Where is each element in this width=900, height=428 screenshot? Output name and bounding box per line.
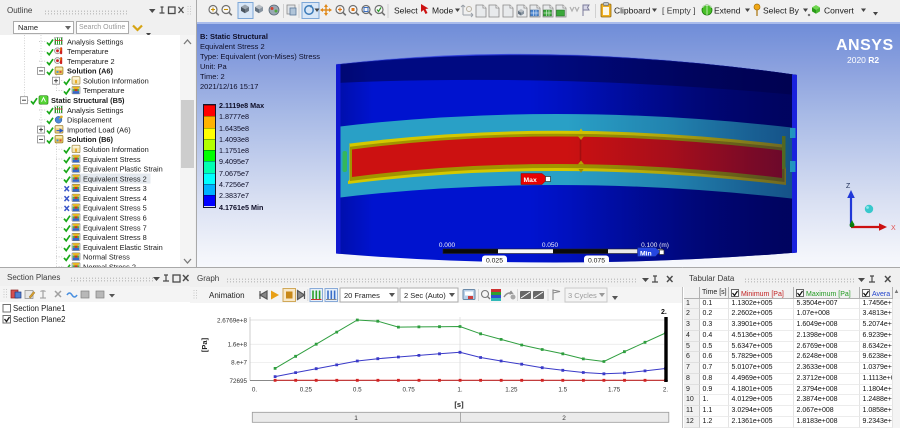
svg-text:Analysis Settings: Analysis Settings bbox=[67, 106, 124, 115]
svg-text:[s]: [s] bbox=[454, 400, 464, 409]
svg-text:Equivalent Stress 8: Equivalent Stress 8 bbox=[83, 233, 147, 242]
svg-text:Solution Information: Solution Information bbox=[83, 145, 149, 154]
svg-text:Displacement: Displacement bbox=[67, 116, 112, 125]
svg-text:Normal Stress: Normal Stress bbox=[83, 253, 130, 262]
svg-text:Animation: Animation bbox=[209, 291, 245, 300]
svg-text:1.6e+8: 1.6e+8 bbox=[228, 342, 248, 349]
svg-text:Equivalent Stress 6: Equivalent Stress 6 bbox=[83, 214, 147, 223]
svg-text:Equivalent Stress 4: Equivalent Stress 4 bbox=[83, 194, 147, 203]
svg-text:0.: 0. bbox=[252, 387, 258, 394]
svg-text:Convert: Convert bbox=[824, 6, 854, 16]
svg-text:1: 1 bbox=[354, 415, 358, 422]
svg-text:Section Plane2: Section Plane2 bbox=[13, 315, 65, 324]
svg-text:Temperature: Temperature bbox=[67, 47, 109, 56]
svg-text:Analysis Settings: Analysis Settings bbox=[67, 37, 124, 46]
svg-text:20 Frames: 20 Frames bbox=[344, 291, 380, 300]
svg-text:1.75: 1.75 bbox=[608, 387, 621, 394]
svg-text:Equivalent Elastic Strain: Equivalent Elastic Strain bbox=[83, 243, 163, 252]
svg-text:8.e+7: 8.e+7 bbox=[231, 360, 247, 367]
svg-text:1.5: 1.5 bbox=[558, 387, 567, 394]
svg-text:Equivalent Stress: Equivalent Stress bbox=[83, 155, 141, 164]
svg-text:[ Empty ]: [ Empty ] bbox=[662, 6, 696, 16]
svg-text:Equivalent Stress 7: Equivalent Stress 7 bbox=[83, 223, 147, 232]
svg-text:0.075: 0.075 bbox=[588, 258, 605, 265]
svg-text:Mode: Mode bbox=[432, 6, 454, 16]
svg-text:Section Plane1: Section Plane1 bbox=[13, 304, 65, 313]
svg-text:[Pa]: [Pa] bbox=[200, 337, 209, 352]
svg-text:Solution (A6): Solution (A6) bbox=[67, 67, 114, 76]
svg-text:3 Cycles: 3 Cycles bbox=[568, 291, 597, 300]
svg-text:1.25: 1.25 bbox=[505, 387, 518, 394]
svg-text:Select: Select bbox=[394, 6, 418, 16]
svg-text:X: X bbox=[891, 225, 896, 232]
svg-text:Equivalent Stress 2: Equivalent Stress 2 bbox=[83, 174, 147, 183]
svg-text:2: 2 bbox=[562, 415, 566, 422]
svg-text:Clipboard: Clipboard bbox=[614, 6, 651, 16]
svg-text:0.25: 0.25 bbox=[300, 387, 313, 394]
svg-text:Equivalent Stress 5: Equivalent Stress 5 bbox=[83, 204, 147, 213]
svg-text:Solution (B6): Solution (B6) bbox=[67, 135, 114, 144]
svg-text:0.5: 0.5 bbox=[353, 387, 362, 394]
svg-text:Solution Information: Solution Information bbox=[83, 77, 149, 86]
svg-text:1.: 1. bbox=[457, 387, 463, 394]
svg-text:72695: 72695 bbox=[229, 378, 247, 385]
svg-text:2.: 2. bbox=[661, 309, 667, 316]
svg-text:Temperature: Temperature bbox=[83, 86, 125, 95]
svg-text:Select By: Select By bbox=[763, 6, 800, 16]
svg-text:0.050: 0.050 bbox=[542, 242, 559, 249]
svg-text:Static Structural (B5): Static Structural (B5) bbox=[51, 96, 125, 105]
svg-text:0.025: 0.025 bbox=[486, 258, 503, 265]
svg-text:Z: Z bbox=[846, 183, 851, 190]
svg-text:2.6769e+8: 2.6769e+8 bbox=[217, 317, 247, 324]
svg-text:0.000: 0.000 bbox=[439, 242, 456, 249]
svg-text:Temperature 2: Temperature 2 bbox=[67, 57, 115, 66]
svg-text:2 Sec (Auto): 2 Sec (Auto) bbox=[404, 291, 446, 300]
svg-text:Imported Load (A6): Imported Load (A6) bbox=[67, 125, 131, 134]
svg-text:Extend: Extend bbox=[714, 6, 741, 16]
svg-text:0.75: 0.75 bbox=[402, 387, 415, 394]
svg-text:Min: Min bbox=[640, 251, 652, 258]
svg-text:Equivalent Plastic Strain: Equivalent Plastic Strain bbox=[83, 165, 163, 174]
svg-text:Max: Max bbox=[524, 177, 537, 184]
svg-text:Equivalent Stress 3: Equivalent Stress 3 bbox=[83, 184, 147, 193]
svg-text:2.: 2. bbox=[663, 387, 669, 394]
